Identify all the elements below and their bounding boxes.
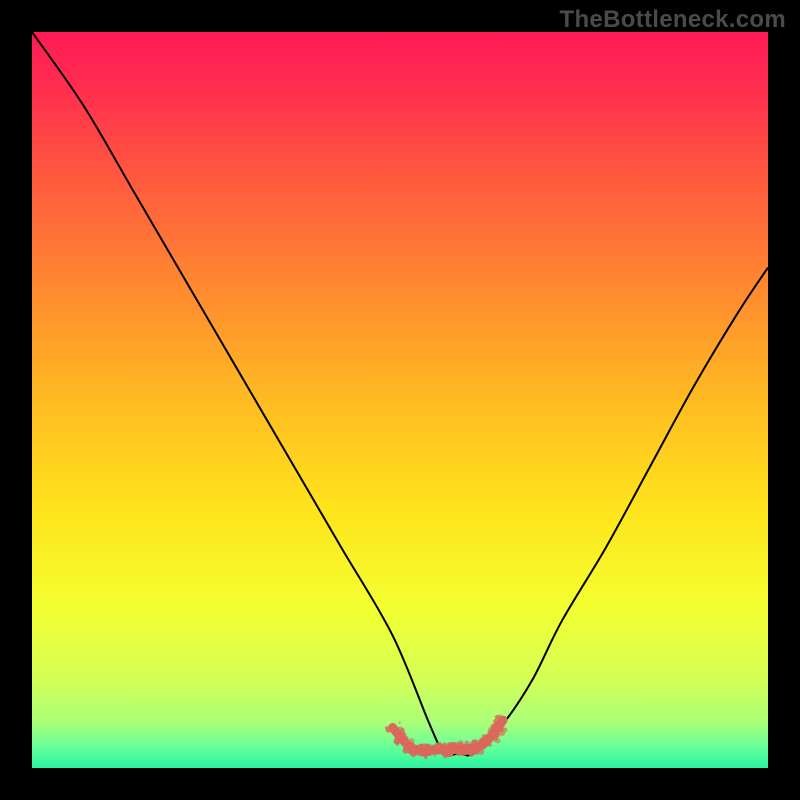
chart-frame: TheBottleneck.com [0, 0, 800, 800]
watermark-label: TheBottleneck.com [560, 6, 786, 34]
chart-svg [0, 0, 800, 800]
plot-background [32, 32, 768, 768]
